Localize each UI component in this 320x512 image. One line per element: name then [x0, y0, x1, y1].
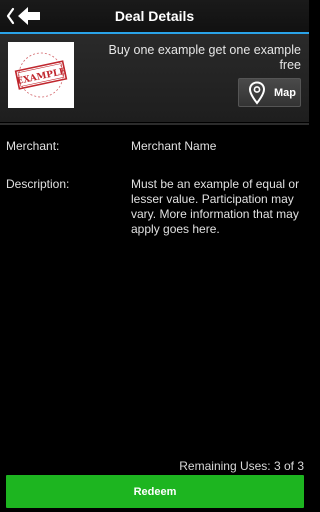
description-value: Must be an example of equal or lesser va… — [131, 177, 300, 236]
map-button[interactable]: Map — [238, 78, 301, 107]
remaining-uses: Remaining Uses: 3 of 3 — [179, 459, 304, 473]
example-stamp-logo: EXAMPLE — [14, 52, 68, 98]
description-label: Description: — [6, 177, 70, 191]
merchant-logo: EXAMPLE — [8, 42, 74, 108]
back-button[interactable] — [4, 4, 48, 28]
top-bar: Deal Details — [0, 0, 309, 32]
merchant-label: Merchant: — [6, 139, 60, 153]
redeem-button[interactable]: Redeem — [6, 475, 304, 508]
merchant-value: Merchant Name — [131, 139, 217, 153]
header-divider — [0, 123, 309, 125]
map-pin-icon — [248, 80, 266, 105]
deal-header-panel: EXAMPLE Buy one example get one example … — [0, 34, 309, 122]
deal-title: Buy one example get one example free — [108, 43, 302, 72]
map-button-label: Map — [274, 86, 296, 99]
back-arrow-icon — [6, 7, 40, 25]
